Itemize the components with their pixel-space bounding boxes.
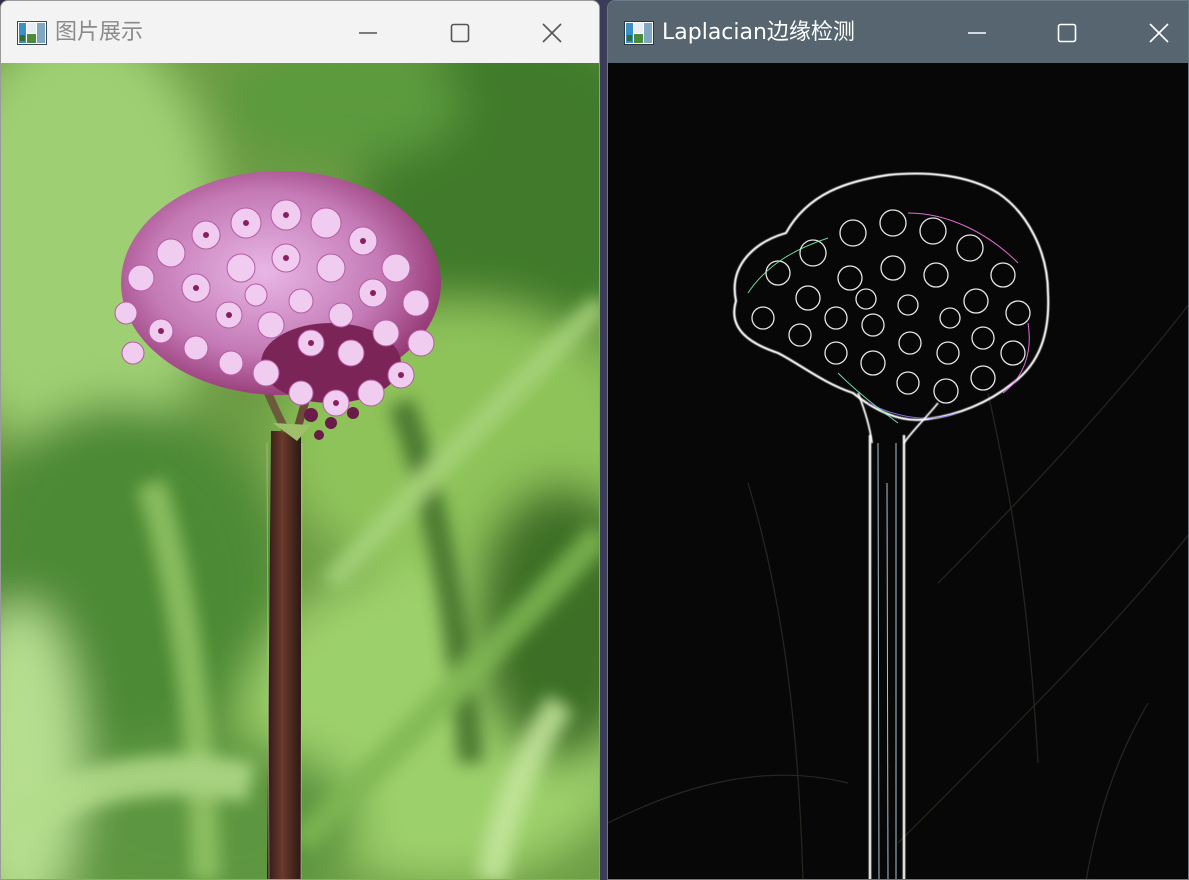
title-bar[interactable]: 图片展示 — [1, 1, 599, 63]
opencv-window-icon — [624, 21, 654, 45]
close-icon — [542, 23, 562, 43]
minimize-icon — [359, 32, 377, 34]
minimize-button[interactable] — [954, 13, 1000, 53]
opencv-window-icon — [17, 21, 47, 45]
close-button[interactable] — [529, 13, 575, 53]
desktop: 图片展示 Laplacian边缘检测 — [0, 0, 1189, 880]
verbena-flower-photo — [1, 63, 599, 879]
maximize-button[interactable] — [1044, 13, 1090, 53]
maximize-icon — [1057, 23, 1077, 43]
maximize-button[interactable] — [437, 13, 483, 53]
window-laplacian-edge-detection[interactable]: Laplacian边缘检测 — [607, 0, 1189, 880]
close-button[interactable] — [1136, 13, 1182, 53]
title-bar[interactable]: Laplacian边缘检测 — [608, 1, 1188, 63]
close-icon — [1149, 23, 1169, 43]
laplacian-edge-map — [608, 63, 1188, 879]
window-title: 图片展示 — [55, 20, 144, 45]
minimize-icon — [968, 32, 986, 34]
window-image-display[interactable]: 图片展示 — [0, 0, 600, 880]
minimize-button[interactable] — [345, 13, 391, 53]
window-title: Laplacian边缘检测 — [662, 20, 855, 45]
maximize-icon — [450, 23, 470, 43]
